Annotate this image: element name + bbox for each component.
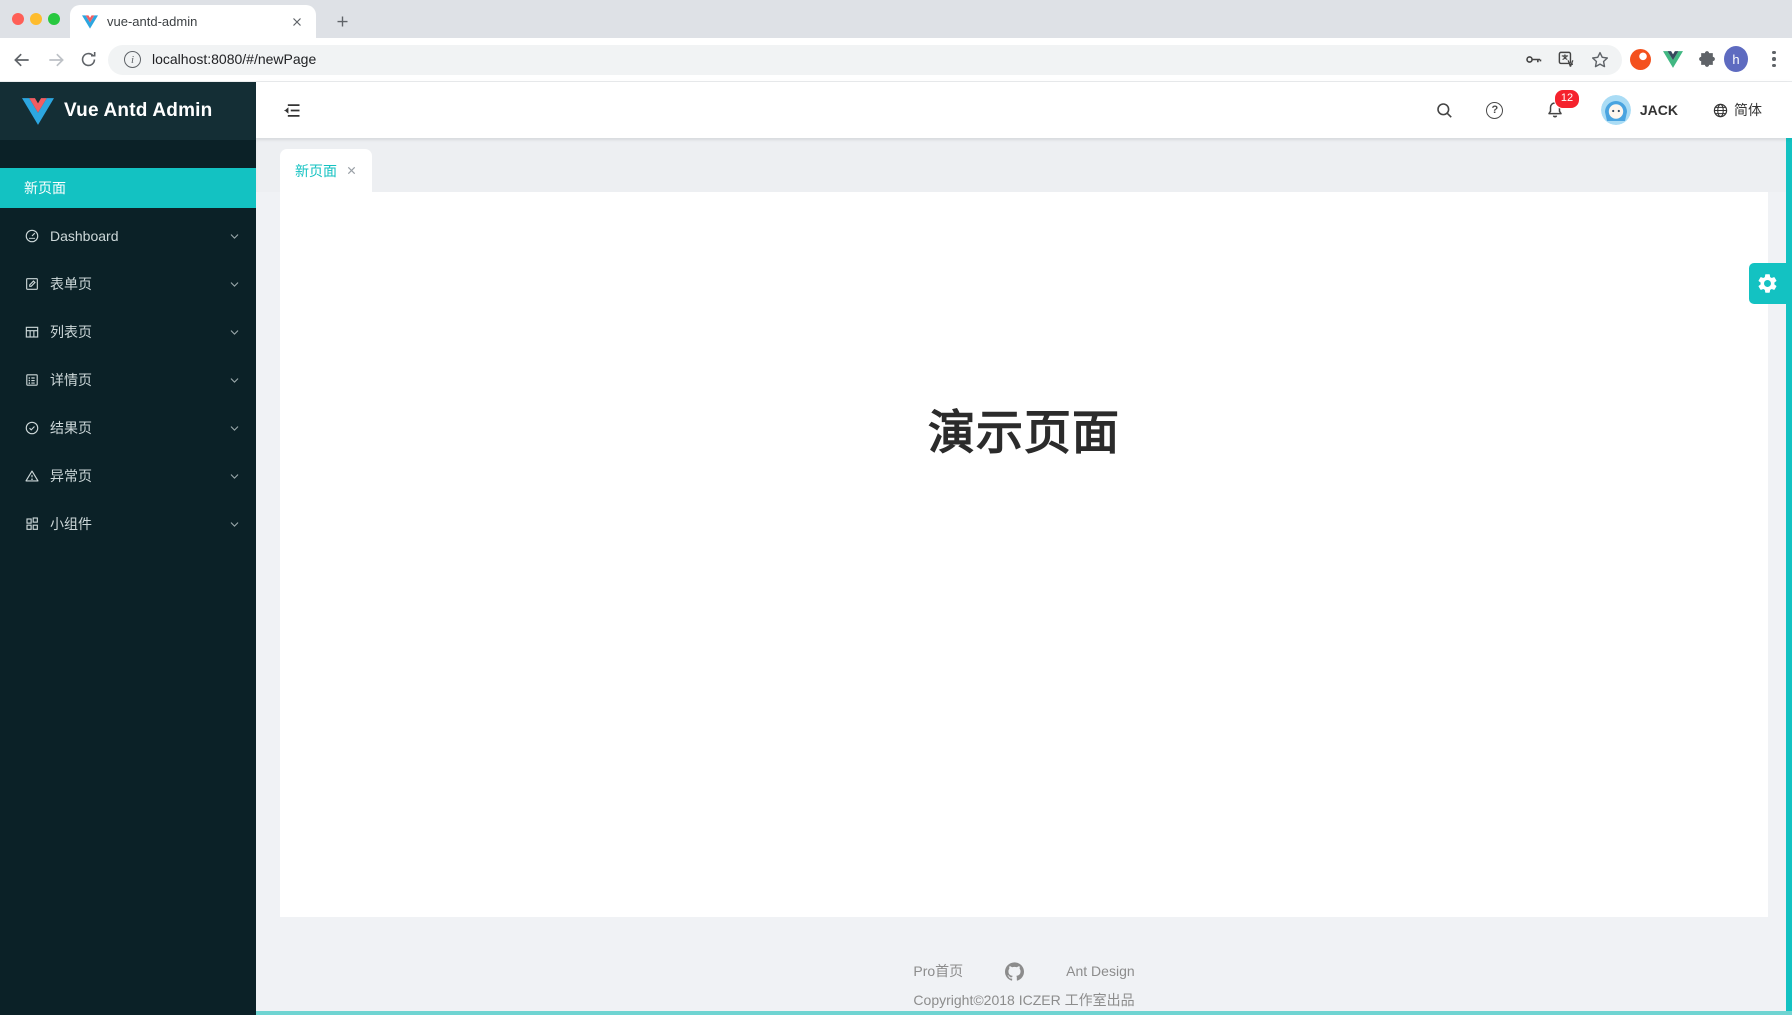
app-logo[interactable]: Vue Antd Admin <box>0 82 256 140</box>
sidebar-item-active[interactable]: 新页面 <box>0 168 256 208</box>
chevron-down-icon <box>229 471 240 482</box>
app-window: Vue Antd Admin 新页面 Dashboard 表单页 列表页 详情页 <box>0 82 1792 1015</box>
url-text[interactable]: localhost:8080/#/newPage <box>152 51 316 67</box>
address-bar[interactable]: i localhost:8080/#/newPage <box>108 45 1622 75</box>
github-icon[interactable] <box>1005 962 1024 981</box>
extension-orange-icon[interactable] <box>1628 47 1652 71</box>
browser-urlbar: i localhost:8080/#/newPage <box>0 38 1792 82</box>
table-icon <box>24 324 40 340</box>
globe-icon <box>1712 102 1729 119</box>
sidebar: Vue Antd Admin 新页面 Dashboard 表单页 列表页 详情页 <box>0 82 256 1015</box>
sidebar-item-列表页[interactable]: 列表页 <box>0 312 256 352</box>
chevron-down-icon <box>229 375 240 386</box>
sidebar-item-详情页[interactable]: 详情页 <box>0 360 256 400</box>
sidebar-item-Dashboard[interactable]: Dashboard <box>0 216 256 256</box>
dashboard-icon <box>24 228 40 244</box>
sidebar-item-表单页[interactable]: 表单页 <box>0 264 256 304</box>
page-tabbar: 新页面 <box>256 138 1792 192</box>
main-area: ? 12 <box>256 82 1792 1015</box>
footer-link[interactable]: Pro首页 <box>913 961 963 981</box>
translate-icon[interactable] <box>1557 50 1577 70</box>
settings-drawer-edge <box>1786 82 1792 1015</box>
chevron-down-icon <box>229 423 240 434</box>
sidebar-item-结果页[interactable]: 结果页 <box>0 408 256 448</box>
check-circle-icon <box>24 420 40 436</box>
app-footer: Pro首页 Ant Design Copyright©2018 ICZER 工作室… <box>256 917 1792 1015</box>
help-icon[interactable]: ? <box>1485 100 1505 120</box>
copyright-text: Copyright©2018 ICZER 工作室出品 <box>913 990 1134 1010</box>
sidebar-item-小组件[interactable]: 小组件 <box>0 504 256 544</box>
chevron-down-icon <box>229 279 240 290</box>
form-icon <box>24 276 40 292</box>
page-tab-close-icon[interactable] <box>346 165 357 176</box>
browser-menu-icon[interactable] <box>1762 47 1786 71</box>
browser-tab[interactable]: vue-antd-admin <box>70 5 316 38</box>
user-avatar[interactable] <box>1601 95 1631 125</box>
warning-icon <box>24 468 40 484</box>
extensions-puzzle-icon[interactable] <box>1695 47 1719 71</box>
page-tab-label: 新页面 <box>295 161 337 181</box>
browser-tab-title: vue-antd-admin <box>107 14 288 29</box>
language-label: 简体 <box>1734 100 1762 120</box>
sidebar-item-异常页[interactable]: 异常页 <box>0 456 256 496</box>
forward-icon[interactable] <box>46 50 66 70</box>
menu-fold-icon[interactable] <box>282 100 302 120</box>
notification-badge: 12 <box>1554 89 1580 109</box>
footer-link[interactable]: Ant Design <box>1066 963 1134 979</box>
app-header: ? 12 <box>256 82 1792 138</box>
page-title: 演示页面 <box>280 192 1768 463</box>
chevron-down-icon <box>229 231 240 242</box>
username-label[interactable]: JACK <box>1640 102 1678 118</box>
gear-icon <box>1756 272 1779 295</box>
footer-links: Pro首页 Ant Design <box>913 961 1134 981</box>
block-icon <box>24 516 40 532</box>
app-title: Vue Antd Admin <box>64 100 212 122</box>
vue-devtools-icon[interactable] <box>1661 47 1685 71</box>
chevron-down-icon <box>229 519 240 530</box>
bookmark-star-icon[interactable] <box>1590 50 1610 70</box>
window-minimize-button[interactable] <box>30 13 42 25</box>
reload-icon[interactable] <box>79 50 99 70</box>
tab-close-icon[interactable] <box>288 13 306 31</box>
sidebar-menu: 新页面 Dashboard 表单页 列表页 详情页 结果页 <box>0 140 256 552</box>
new-tab-button[interactable] <box>330 9 354 33</box>
site-info-icon[interactable]: i <box>124 51 141 68</box>
window-zoom-button[interactable] <box>48 13 60 25</box>
settings-drawer-bottom-edge <box>256 1011 1792 1015</box>
search-icon[interactable] <box>1435 100 1455 120</box>
browser-profile-avatar[interactable]: h <box>1724 47 1748 71</box>
back-icon[interactable] <box>12 50 32 70</box>
browser-tabstrip: vue-antd-admin <box>0 0 1792 38</box>
language-switcher[interactable]: 简体 <box>1712 100 1762 120</box>
profile-icon <box>24 372 40 388</box>
page-content: 演示页面 <box>280 192 1768 917</box>
settings-gear-button[interactable] <box>1749 263 1786 304</box>
window-close-button[interactable] <box>12 13 24 25</box>
vue-logo-icon <box>22 98 54 125</box>
page-tab-active[interactable]: 新页面 <box>280 149 372 192</box>
notification-bell-icon[interactable]: 12 <box>1545 100 1565 120</box>
chevron-down-icon <box>229 327 240 338</box>
vue-favicon-icon <box>82 15 98 29</box>
password-key-icon[interactable] <box>1524 50 1544 70</box>
